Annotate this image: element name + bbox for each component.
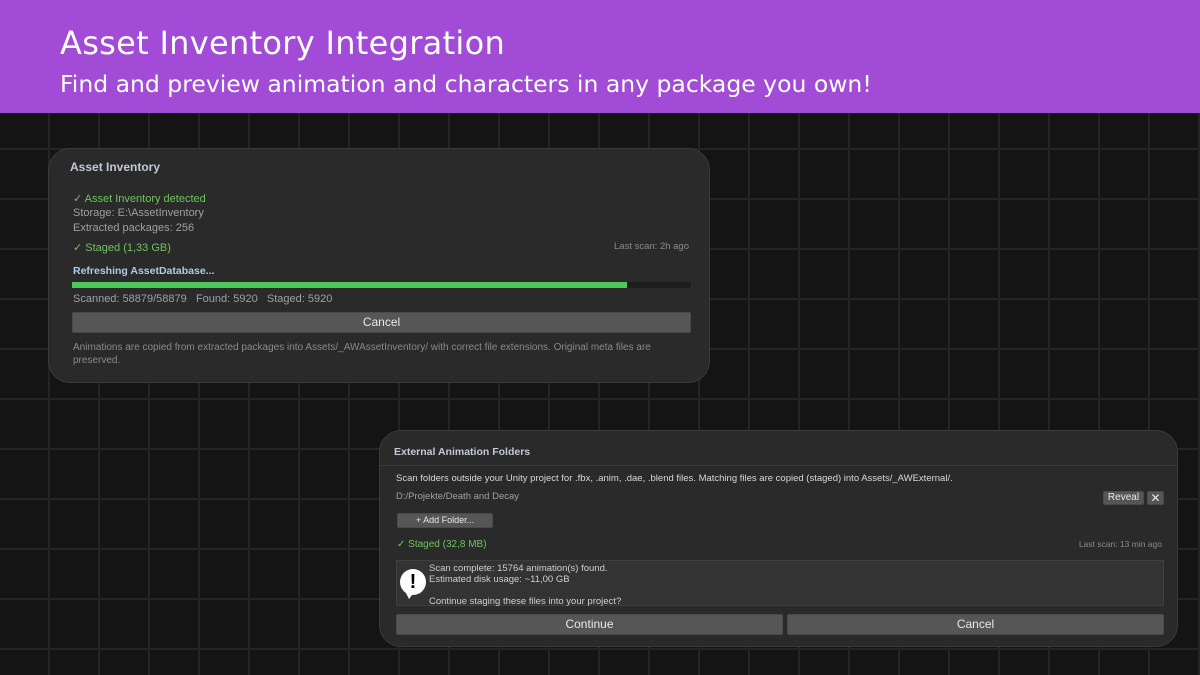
- description: Scan folders outside your Unity project …: [396, 473, 953, 484]
- detected-status: ✓ Asset Inventory detected: [73, 193, 206, 205]
- divider: [380, 465, 1177, 466]
- add-folder-button[interactable]: + Add Folder...: [397, 513, 493, 528]
- notice-line: Scan complete: 15764 animation(s) found.: [429, 563, 608, 574]
- progress-fill: [72, 282, 628, 288]
- banner-title: Asset Inventory Integration: [60, 24, 506, 62]
- remove-folder-button[interactable]: ✕: [1147, 491, 1164, 505]
- banner-subtitle: Find and preview animation and character…: [60, 70, 872, 98]
- info-footer: Animations are copied from extracted pac…: [73, 342, 651, 366]
- progress-status: Refreshing AssetDatabase...: [73, 265, 215, 277]
- cancel-button[interactable]: Cancel: [72, 312, 691, 333]
- progress-bar: [72, 282, 691, 288]
- asset-inventory-panel: Asset Inventory ✓ Asset Inventory detect…: [48, 148, 710, 383]
- cancel-button[interactable]: Cancel: [787, 614, 1164, 635]
- notice-line: Continue staging these files into your p…: [429, 596, 622, 607]
- warning-icon-tail: [405, 591, 415, 599]
- folder-path: D:/Projekte/Death and Decay: [396, 491, 520, 502]
- close-icon: ✕: [1150, 491, 1161, 505]
- scan-notice: ! Scan complete: 15764 animation(s) foun…: [396, 560, 1164, 607]
- extracted-packages: Extracted packages: 256: [73, 222, 195, 234]
- continue-button[interactable]: Continue: [396, 614, 783, 635]
- check-icon: ✓: [397, 539, 406, 550]
- check-icon: ✓: [73, 242, 83, 254]
- storage-path: Storage: E:\AssetInventory: [73, 207, 204, 219]
- last-scan: Last scan: 2h ago: [614, 241, 689, 252]
- reveal-button[interactable]: Reveal: [1103, 491, 1144, 505]
- external-folders-panel: External Animation Folders Scan folders …: [379, 430, 1178, 647]
- staged-status: ✓ Staged (32,8 MB): [397, 539, 487, 550]
- panel-title: Asset Inventory: [70, 160, 161, 174]
- staged-status: ✓ Staged (1,33 GB): [73, 242, 171, 254]
- scan-stats: Scanned: 58879/58879 Found: 5920 Staged:…: [73, 293, 333, 305]
- header-banner: Asset Inventory Integration Find and pre…: [0, 0, 1200, 113]
- last-scan: Last scan: 13 min ago: [1078, 539, 1162, 549]
- check-icon: ✓: [73, 193, 83, 205]
- notice-line: Estimated disk usage: ~11,00 GB: [429, 574, 570, 585]
- panel-title: External Animation Folders: [394, 446, 531, 458]
